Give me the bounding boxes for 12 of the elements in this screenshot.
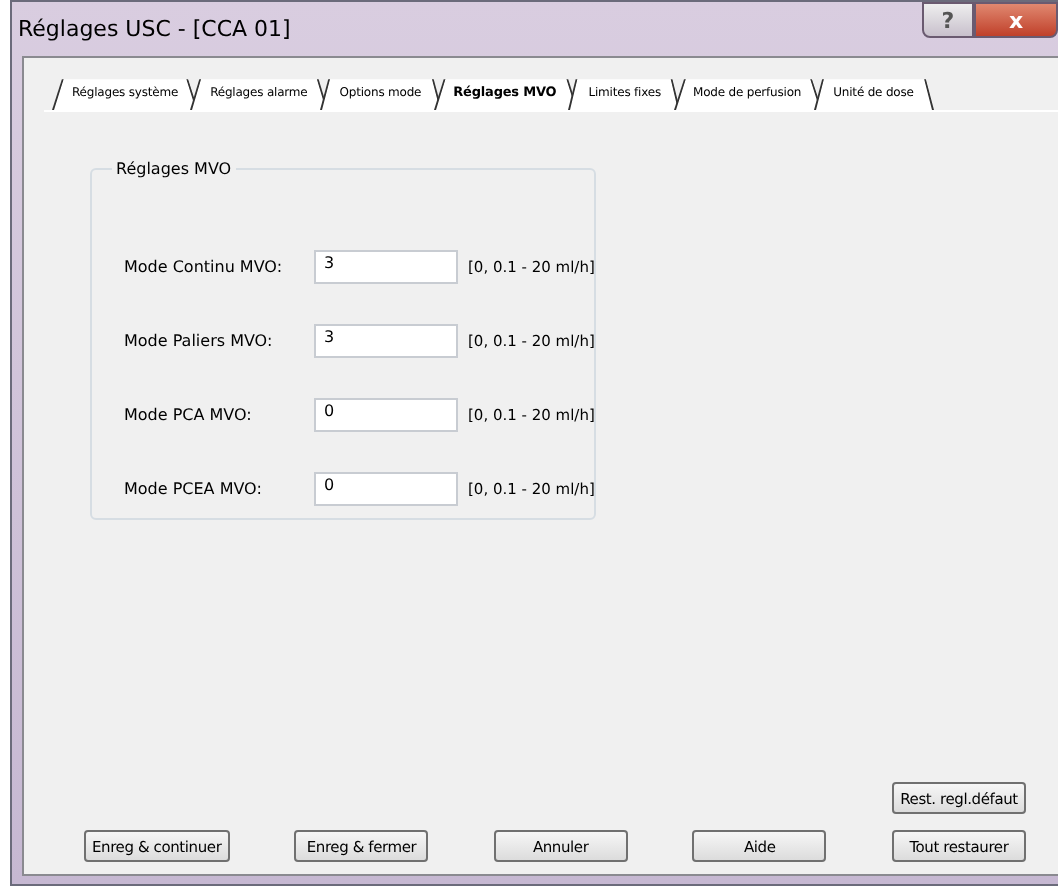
window-title: Réglages USC - [CCA 01] [18,16,291,42]
group-title: Réglages MVO [114,160,234,178]
close-button[interactable]: x [974,2,1058,38]
field-label: Mode Paliers MVO: [124,332,275,350]
field-label: Mode Continu MVO: [124,258,285,276]
input-field[interactable]: 3 [314,324,458,358]
input-field[interactable]: 3 [314,250,458,284]
field-label: Mode PCEA MVO: [124,480,264,498]
field-label: Mode PCA MVO: [124,406,254,424]
help-button[interactable]: ? [922,2,974,38]
input-field[interactable]: 0 [314,398,458,432]
input-field[interactable]: 0 [314,472,458,506]
